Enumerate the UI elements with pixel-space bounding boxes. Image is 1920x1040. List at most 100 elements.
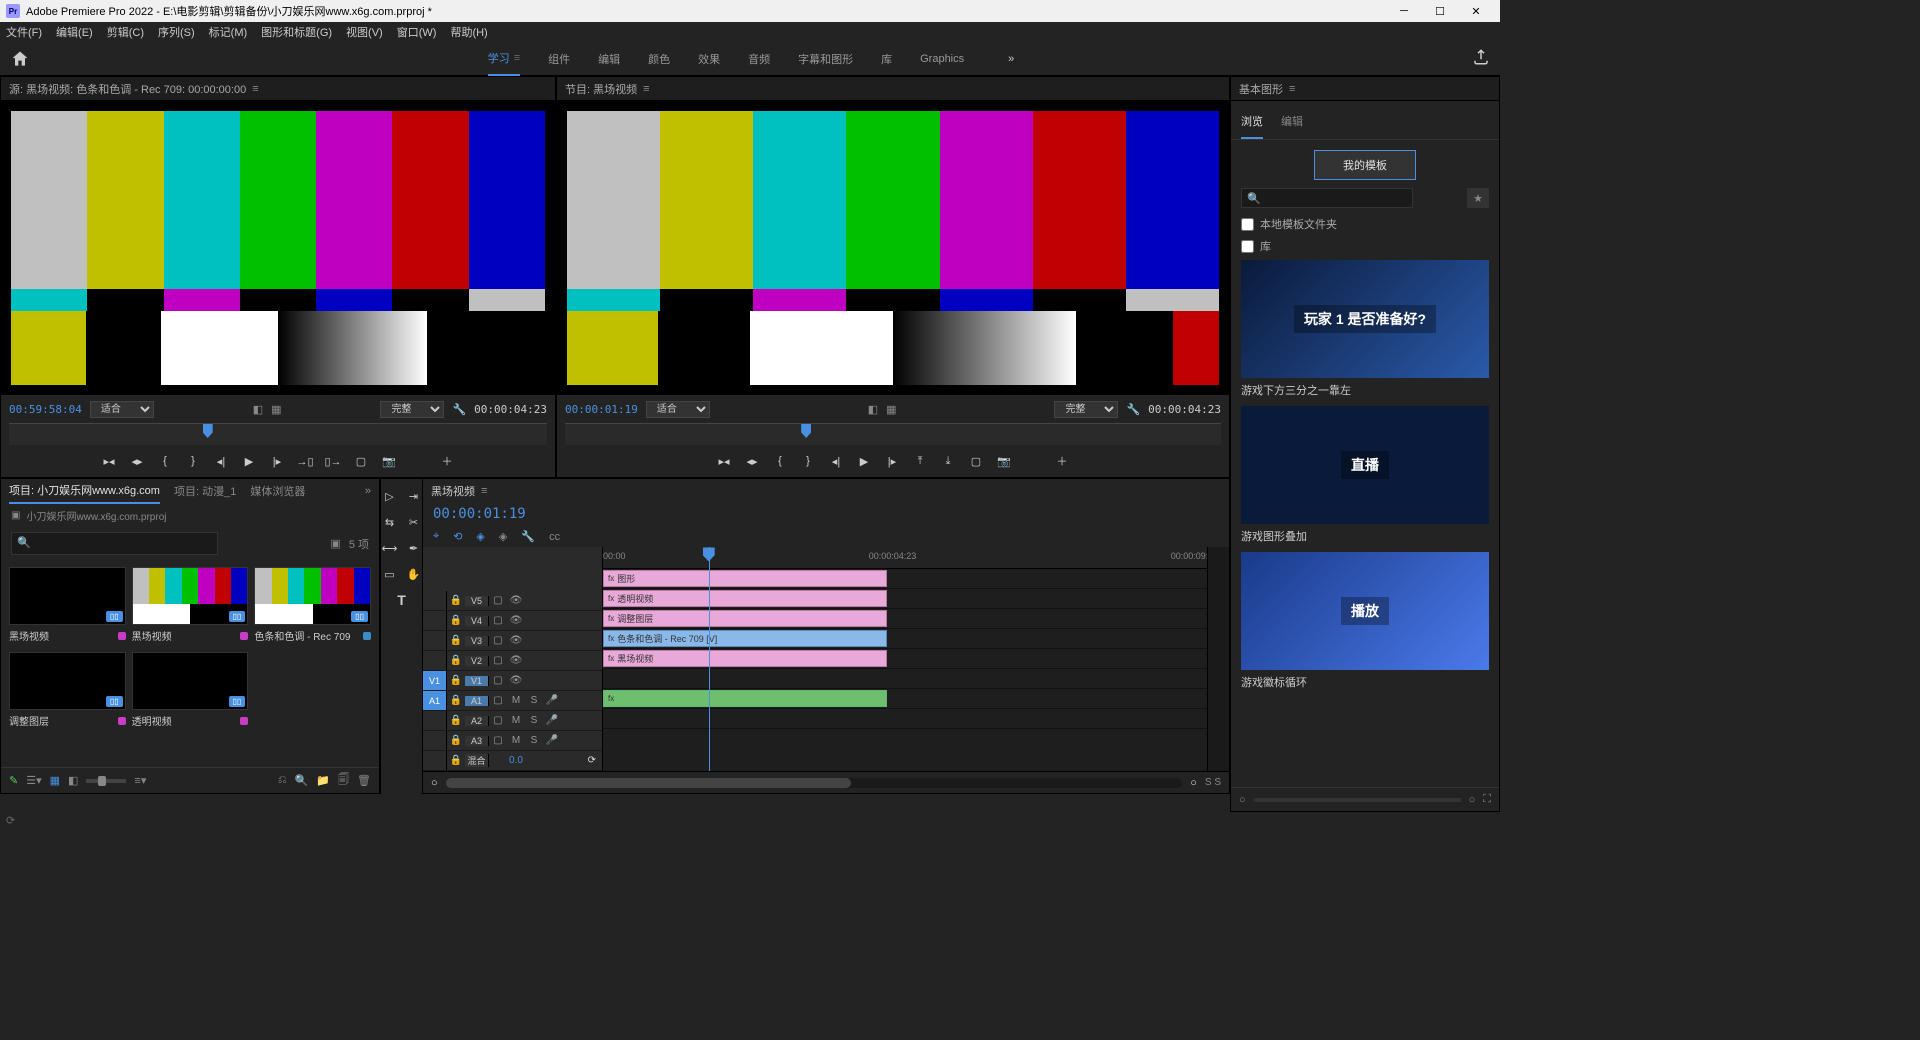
template-item[interactable]: 玩家 1 是否准备好?游戏下方三分之一靠左 — [1241, 260, 1489, 402]
wrench-icon[interactable]: 🔧 — [1126, 403, 1140, 416]
mark-out-icon[interactable]: ◂▸ — [130, 454, 144, 468]
eye-icon[interactable]: 👁 — [507, 655, 525, 666]
project-tab-2[interactable]: 项目: 动漫_1 — [174, 479, 236, 503]
track-select-tool-icon[interactable]: ⇥ — [405, 487, 423, 505]
track-lane[interactable]: fx色条和色调 - Rec 709 [V] — [603, 629, 1207, 649]
program-icon-btn[interactable]: ◧ — [868, 403, 878, 416]
snap-icon[interactable]: ⌖ — [433, 530, 439, 543]
panel-menu-icon[interactable]: ≡ — [481, 485, 487, 497]
sort-icon[interactable]: ≡▾ — [134, 774, 146, 787]
new-item-icon[interactable]: 🗐 — [338, 771, 349, 790]
settings-icon[interactable]: ◈ — [499, 530, 507, 543]
timeline-ruler[interactable]: 00:00 00:00:04:23 00:00:09:23 — [603, 547, 1207, 569]
sync-lock-icon[interactable]: ▢ — [489, 675, 507, 686]
project-tab-main[interactable]: 项目: 小刀娱乐网www.x6g.com — [9, 478, 160, 504]
timeline-hscroll[interactable] — [446, 778, 1183, 788]
menu-view[interactable]: 视图(V) — [346, 24, 383, 40]
marker-icon[interactable]: ◈ — [476, 530, 484, 543]
panel-menu-icon[interactable]: ≡ — [643, 83, 649, 95]
mix-track-header[interactable]: 🔒混合0.0⟳ — [423, 751, 602, 771]
mute-icon[interactable]: M — [507, 735, 525, 746]
menu-edit[interactable]: 编辑(E) — [56, 24, 93, 40]
sync-lock-icon[interactable]: ▢ — [489, 715, 507, 726]
camera-icon[interactable]: 📷 — [997, 454, 1011, 468]
cc-icon[interactable]: cc — [549, 531, 560, 543]
mark-in-icon[interactable]: ▸◂ — [717, 454, 731, 468]
sync-lock-icon[interactable]: ▢ — [489, 595, 507, 606]
quick-export-icon[interactable] — [1472, 48, 1490, 69]
workspace-tab-captions[interactable]: 字幕和图形 — [798, 43, 853, 75]
workspace-tab-graphics2[interactable]: Graphics — [920, 45, 964, 73]
track-lane[interactable]: fx图形 — [603, 569, 1207, 589]
source-timecode-in[interactable]: 00:59:58:04 — [9, 403, 82, 416]
timeline-sequence-name[interactable]: 黑场视频 — [431, 483, 475, 499]
program-quality-select[interactable]: 完整 — [1054, 401, 1118, 418]
go-out-icon[interactable]: } — [186, 454, 200, 468]
wrench-icon[interactable]: 🔧 — [521, 530, 535, 543]
eye-icon[interactable]: 👁 — [507, 635, 525, 646]
template-item[interactable]: 播放游戏徽标循环 — [1241, 552, 1489, 694]
add-btn-icon[interactable]: ＋ — [440, 454, 454, 468]
zoom-slider[interactable] — [86, 779, 126, 783]
sync-lock-icon[interactable]: ▢ — [489, 735, 507, 746]
eye-icon[interactable]: 👁 — [507, 615, 525, 626]
ripple-tool-icon[interactable]: ⇆ — [381, 513, 399, 531]
clip[interactable]: fx — [603, 690, 887, 707]
lock-icon[interactable]: 🔒 — [447, 655, 465, 666]
project-search-input[interactable] — [11, 532, 218, 555]
sync-lock-icon[interactable]: ▢ — [489, 695, 507, 706]
close-button[interactable]: ✕ — [1458, 1, 1494, 21]
maximize-button[interactable]: ☐ — [1422, 1, 1458, 21]
my-templates-button[interactable]: 我的模板 — [1314, 150, 1416, 180]
project-more-icon[interactable]: » — [365, 485, 371, 497]
menu-file[interactable]: 文件(F) — [6, 24, 42, 40]
project-item[interactable]: ▯▯黑场视频 — [9, 567, 126, 646]
mute-icon[interactable]: M — [507, 715, 525, 726]
insert-icon[interactable]: →▯ — [298, 454, 312, 468]
track-header[interactable]: 🔒V4▢👁 — [423, 611, 602, 631]
add-btn-icon[interactable]: ＋ — [1055, 454, 1069, 468]
timeline-vscroll[interactable] — [1207, 547, 1229, 771]
solo-icon[interactable]: S — [525, 715, 543, 726]
sync-icon[interactable]: ⟳ — [6, 815, 15, 827]
mark-out-icon[interactable]: ◂▸ — [745, 454, 759, 468]
project-item[interactable]: ▯▯调整图层 — [9, 652, 126, 731]
lift-icon[interactable]: ⤒ — [913, 454, 927, 468]
track-lane[interactable]: fx黑场视频 — [603, 649, 1207, 669]
step-back-icon[interactable]: ◂| — [829, 454, 843, 468]
zoom-out-icon[interactable]: ○ — [1239, 794, 1246, 806]
lock-icon[interactable]: 🔒 — [447, 735, 465, 746]
program-icon-btn[interactable]: ▦ — [886, 403, 896, 416]
lock-icon[interactable]: 🔒 — [447, 595, 465, 606]
menu-help[interactable]: 帮助(H) — [450, 24, 487, 40]
track-lane[interactable]: fx调整图层 — [603, 609, 1207, 629]
track-lane[interactable]: fx — [603, 689, 1207, 709]
trash-icon[interactable]: 🗑 — [357, 774, 371, 787]
menu-clip[interactable]: 剪辑(C) — [107, 24, 144, 40]
project-item[interactable]: ▯▯色条和色调 - Rec 709 — [254, 567, 371, 646]
type-tool-icon[interactable]: T — [393, 591, 411, 609]
program-fit-select[interactable]: 适合 — [646, 401, 710, 418]
lock-icon[interactable]: 🔒 — [447, 715, 465, 726]
freeform-view-icon[interactable]: ◧ — [68, 774, 78, 787]
track-lane[interactable]: fx透明视频 — [603, 589, 1207, 609]
linked-selection-icon[interactable]: ⟲ — [453, 530, 462, 543]
project-item[interactable]: ▯▯透明视频 — [132, 652, 249, 731]
play-icon[interactable]: ▶ — [857, 454, 871, 468]
go-in-icon[interactable]: { — [773, 454, 787, 468]
zoom-in-icon[interactable]: ○ — [1190, 777, 1197, 789]
eg-tab-edit[interactable]: 编辑 — [1281, 109, 1303, 139]
workspace-more[interactable]: » — [1008, 53, 1014, 65]
zoom-out-icon[interactable]: ○ — [431, 777, 438, 789]
eg-zoom-slider[interactable] — [1254, 798, 1461, 802]
program-playhead[interactable] — [801, 424, 811, 438]
source-playhead[interactable] — [203, 424, 213, 438]
voice-icon[interactable]: 🎤 — [543, 695, 561, 706]
source-scrubber[interactable] — [9, 423, 547, 445]
source-icon-btn[interactable]: ◧ — [253, 403, 263, 416]
lock-icon[interactable]: 🔒 — [447, 675, 465, 686]
go-in-icon[interactable]: { — [158, 454, 172, 468]
eg-expand-icon[interactable]: ⛶ — [1483, 793, 1491, 806]
track-header[interactable]: V1🔒V1▢👁 — [423, 671, 602, 691]
menu-markers[interactable]: 标记(M) — [209, 24, 248, 40]
